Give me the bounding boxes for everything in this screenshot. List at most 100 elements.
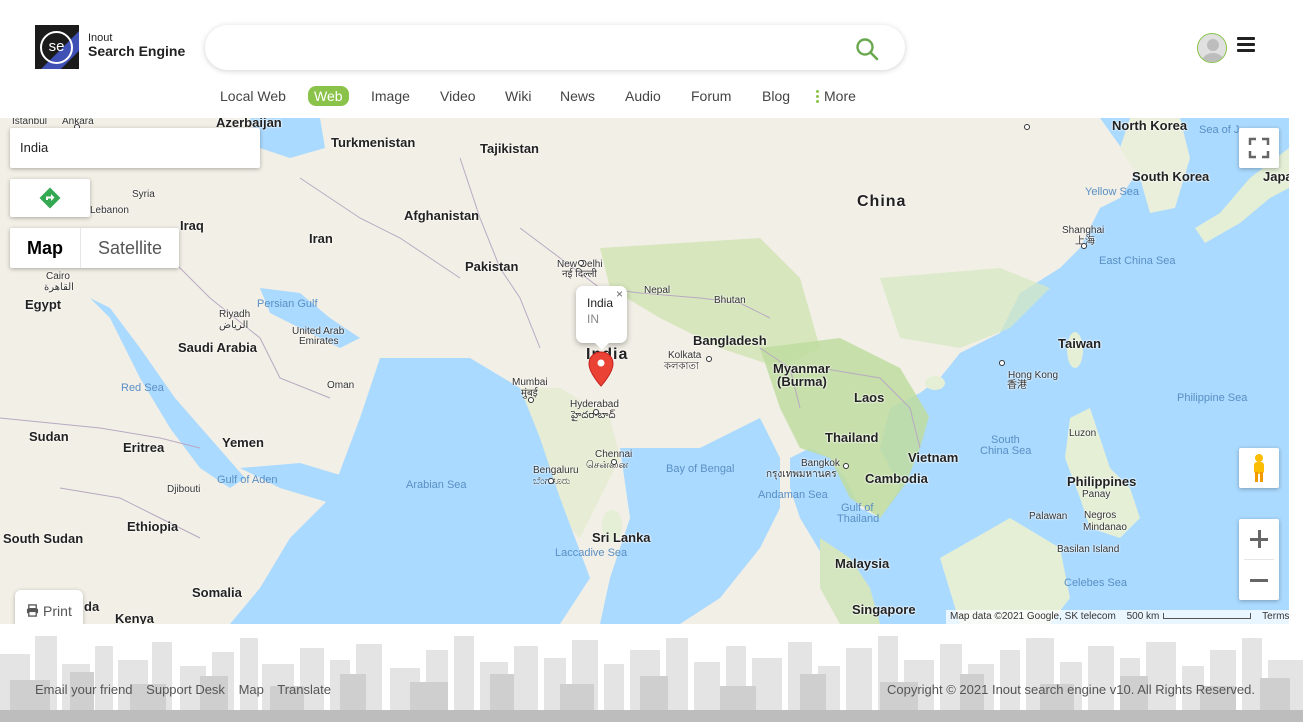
map-label: Celebes Sea [1064,577,1127,589]
copyright-text: Copyright © 2021 Inout search engine v10… [886,682,1255,697]
map-view[interactable]: Istanbul Ankara Azerbaijan Turkmenistan … [0,118,1289,624]
user-avatar[interactable] [1197,33,1227,63]
map-label: Tajikistan [480,141,540,156]
map-label: Palawan [1029,511,1068,522]
footer-link-email-friend[interactable]: Email your friend [35,682,133,697]
close-icon[interactable]: × [616,288,623,300]
tab-blog[interactable]: Blog [762,86,790,106]
street-view-pegman-button[interactable] [1239,448,1279,488]
map-label: Basilan Island [1057,544,1120,555]
search-bar [205,25,905,70]
map-label: Philippine Sea [1177,392,1248,404]
tab-local-web[interactable]: Local Web [220,86,286,106]
tab-wiki[interactable]: Wiki [505,86,531,106]
map-type-satellite-button[interactable]: Satellite [81,228,179,268]
more-label: More [824,88,856,104]
map-label: Emirates [299,336,339,347]
map-label: Andaman Sea [758,489,828,501]
map-label: North Korea [1112,118,1188,133]
pegman-icon [1254,454,1264,482]
map-label: Turkmenistan [331,135,416,150]
tab-more[interactable]: More [816,86,856,106]
footer-link-translate[interactable]: Translate [277,682,331,697]
terms-of-use-link[interactable]: Terms of Use [1258,610,1289,624]
tab-video[interactable]: Video [440,86,476,106]
city-dot [999,360,1005,366]
city-dot [1024,124,1030,130]
directions-button[interactable] [10,179,90,217]
zoom-control [1239,519,1279,600]
city-dot [578,260,584,266]
zoom-in-button[interactable] [1239,519,1279,559]
map-label: Lebanon [90,205,129,216]
map-label: Iran [309,231,333,246]
printer-icon [27,604,39,617]
city-dot [593,409,599,415]
map-label: কলকাতা [664,361,699,372]
footer: Email your friend Support Desk Map Trans… [0,624,1303,722]
city-skyline-graphic [0,636,1303,722]
map-label: Malaysia [835,556,890,571]
map-data-credit: Map data ©2021 Google, SK telecom [950,611,1116,622]
fullscreen-button[interactable] [1239,128,1279,168]
map-label: Kenya [115,611,155,624]
map-label: South Sudan [3,531,84,546]
city-dot [528,397,534,403]
footer-link-map[interactable]: Map [239,682,264,697]
map-label: Djibouti [167,484,201,495]
tab-forum[interactable]: Forum [691,86,731,106]
map-label: Philippines [1067,474,1137,489]
footer-link-support-desk[interactable]: Support Desk [146,682,225,697]
print-button[interactable]: Print [15,590,83,624]
fullscreen-icon [1248,137,1270,159]
map-label: Oman [327,380,355,391]
zoom-out-button[interactable] [1239,560,1279,600]
tab-news[interactable]: News [560,86,595,106]
info-window: × India IN [576,286,627,350]
tab-audio[interactable]: Audio [625,86,661,106]
map-scale[interactable]: 500 km [1123,610,1256,624]
map-label: (Burma) [777,374,827,389]
user-icon [1202,39,1224,62]
logo-text[interactable]: Inout Search Engine [88,32,185,59]
map-label: Bhutan [714,295,746,306]
map-label: Ethiopia [127,519,179,534]
logo-mark[interactable]: se [35,25,79,69]
search-input[interactable] [223,35,843,60]
map-label: Bangladesh [693,333,767,348]
hamburger-menu-icon[interactable] [1237,37,1255,53]
logo-mark-text: se [40,31,73,64]
logo-big-text: Search Engine [88,43,186,59]
map-label: China [857,193,907,210]
tab-web[interactable]: Web [308,86,349,106]
place-search-box[interactable]: India [10,128,260,168]
tab-image[interactable]: Image [371,86,410,106]
map-scale-bar [1163,613,1252,620]
map-label: Bay of Bengal [666,463,735,475]
city-dot [611,459,617,465]
map-label: Eritrea [123,440,165,455]
info-window-code: IN [587,312,599,326]
print-label: Print [43,603,72,619]
map-label: Istanbul [12,118,48,127]
map-label: Iraq [180,218,204,233]
header: se Inout Search Engine Local Web Web Ima… [0,0,1289,118]
page-root: { "logo": { "mark": "se", "small": "Inou… [0,0,1303,722]
map-marker-icon[interactable] [588,351,614,387]
map-label: Mindanao [1083,522,1127,533]
map-label: China Sea [980,445,1032,457]
map-label: Yemen [222,435,264,450]
map-label: Persian Gulf [257,298,318,310]
map-label: Somalia [192,585,242,600]
map-label: Sri Lanka [592,530,651,545]
map-label: Arabian Sea [406,479,467,491]
map-label: Laccadive Sea [555,547,628,559]
map-label: Sudan [29,429,69,444]
map-label: Singapore [852,602,916,617]
search-icon[interactable] [855,37,879,61]
map-attribution: Map data ©2021 Google, SK telecom 500 km… [946,610,1289,624]
plus-icon-vertical [1258,530,1261,548]
map-type-map-button[interactable]: Map [10,228,81,268]
map-label: 香港 [1007,380,1027,391]
map-label: Panay [1082,489,1111,500]
